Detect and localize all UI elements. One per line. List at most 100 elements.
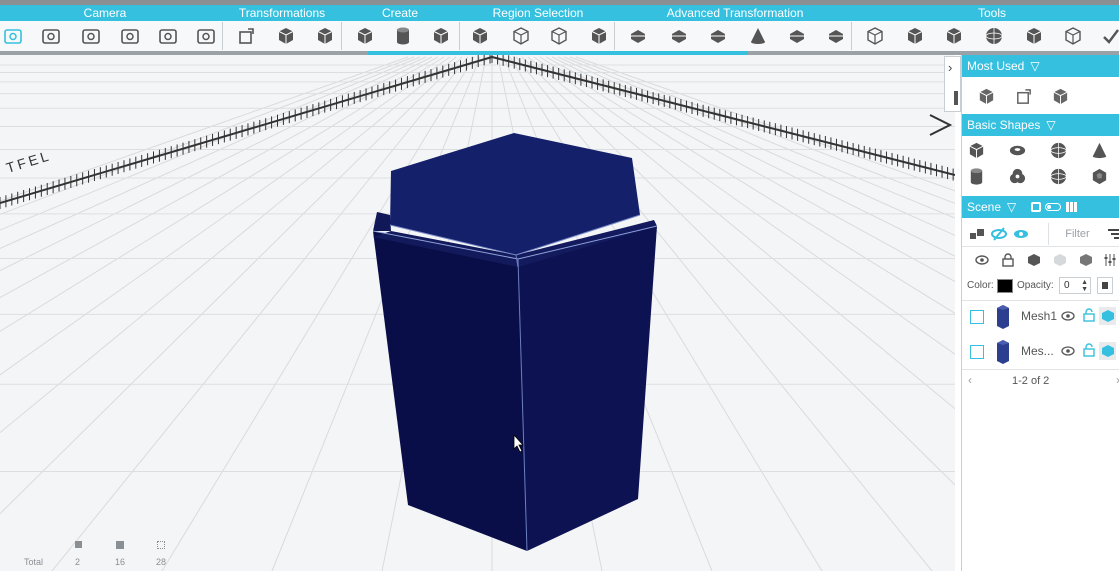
item-checkbox[interactable] <box>970 310 984 324</box>
stat-faces: 16 <box>115 557 126 567</box>
mesh-edit-icon[interactable] <box>1049 85 1071 107</box>
scene-toggle-square-icon[interactable] <box>1031 202 1041 212</box>
create-cylinder-icon[interactable] <box>390 24 416 48</box>
camera-snapshot-icon[interactable] <box>155 24 181 48</box>
cube-tool-icon[interactable] <box>941 24 967 48</box>
stat-total-label: Total <box>24 557 44 567</box>
material-cube-button[interactable] <box>1099 342 1116 360</box>
solid-cube-icon[interactable] <box>1025 251 1043 269</box>
opacity-input[interactable]: 0 ▲ ▼ <box>1059 277 1091 294</box>
panel-toggle[interactable]: › <box>944 56 961 112</box>
top-toolbar: Camera Transformations Create Region Sel… <box>0 0 1119 55</box>
color-swatch[interactable] <box>997 279 1013 293</box>
dodecahedron-icon[interactable] <box>1088 165 1110 187</box>
collapse-triangle-icon[interactable]: ▽ <box>1030 55 1039 77</box>
transform-icon[interactable] <box>1012 85 1034 107</box>
extrude-icon[interactable] <box>625 24 651 48</box>
category-transformations[interactable]: Transformations <box>222 5 342 21</box>
visibility-eye-icon[interactable] <box>1061 309 1075 323</box>
check-tool-icon[interactable] <box>1098 24 1119 48</box>
select-view-icon[interactable] <box>38 24 64 48</box>
scene-title: Scene <box>967 200 1002 214</box>
opacity-apply-button[interactable] <box>1097 277 1113 294</box>
region-split-icon[interactable] <box>586 24 612 48</box>
eye-icon[interactable] <box>973 251 991 269</box>
mesh-face-left <box>373 231 527 551</box>
region-select-icon[interactable] <box>467 24 493 48</box>
scene-header[interactable]: Scene ▽ <box>962 196 1119 218</box>
unlock-icon[interactable] <box>1083 343 1095 357</box>
mesh-face-right <box>518 226 657 551</box>
list-item[interactable]: Mesh1 <box>962 300 1119 334</box>
subdivide-icon[interactable] <box>666 24 692 48</box>
chevron-right-icon[interactable]: › <box>948 60 952 75</box>
menu-icon[interactable] <box>1106 225 1119 243</box>
move-cube-icon[interactable] <box>273 24 299 48</box>
divider <box>962 246 1119 247</box>
unlock-icon[interactable] <box>1083 308 1095 322</box>
material-cube-button[interactable] <box>1099 307 1116 325</box>
taper-icon[interactable] <box>745 24 771 48</box>
wireframe-box-icon[interactable] <box>862 24 888 48</box>
hide-eye-icon[interactable] <box>990 225 1008 243</box>
collapse-triangle-icon[interactable]: ▽ <box>1007 196 1016 218</box>
knot-icon[interactable] <box>1006 165 1028 187</box>
sliders-icon[interactable] <box>1101 251 1119 269</box>
spinner-arrows-icon[interactable]: ▲ ▼ <box>1081 279 1088 293</box>
category-tools[interactable]: Tools <box>952 5 1032 21</box>
cone-icon[interactable] <box>1088 139 1110 161</box>
create-box-icon[interactable] <box>352 24 378 48</box>
shaded-cube-icon[interactable] <box>1077 251 1095 269</box>
home-view-icon[interactable] <box>0 24 26 48</box>
list-item[interactable]: Mes... <box>962 335 1119 369</box>
cube-outline-icon[interactable] <box>1060 24 1086 48</box>
toolbar-separator <box>341 22 342 50</box>
mesh-tool-icon[interactable] <box>1021 24 1047 48</box>
bend-icon[interactable] <box>705 24 731 48</box>
cube-icon[interactable] <box>975 85 997 107</box>
visible-eye-icon[interactable] <box>1012 225 1030 243</box>
transform-icon[interactable] <box>233 24 259 48</box>
toolbar-separator <box>459 22 460 50</box>
region-box-icon[interactable] <box>508 24 534 48</box>
pager-prev-icon[interactable]: ‹ <box>968 373 972 387</box>
basic-shapes-header[interactable]: Basic Shapes ▽ <box>962 114 1119 136</box>
rotate-view-icon[interactable] <box>117 24 143 48</box>
category-region-selection[interactable]: Region Selection <box>478 5 598 21</box>
cube-icon[interactable] <box>965 139 987 161</box>
cylinder-icon[interactable] <box>965 165 987 187</box>
lock-icon[interactable] <box>999 251 1017 269</box>
category-camera[interactable]: Camera <box>45 5 165 21</box>
twist-icon[interactable] <box>784 24 810 48</box>
scene-filter-input[interactable]: Filter <box>1048 223 1106 245</box>
mesh-object[interactable] <box>0 55 955 571</box>
opacity-value: 0 <box>1064 280 1070 291</box>
opacity-label: Opacity: <box>1017 280 1054 291</box>
region-plane-icon[interactable] <box>546 24 572 48</box>
torus-icon[interactable] <box>1006 139 1028 161</box>
item-checkbox[interactable] <box>970 345 984 359</box>
focus-view-icon[interactable] <box>78 24 104 48</box>
sphere-icon[interactable] <box>1047 139 1069 161</box>
grid-view-icon[interactable] <box>1066 202 1077 212</box>
3d-viewport[interactable]: TFEL Total 2 16 28 <box>0 55 955 571</box>
scale-cube-icon[interactable] <box>312 24 338 48</box>
create-shape-icon[interactable] <box>428 24 454 48</box>
visibility-eye-icon[interactable] <box>1061 344 1075 358</box>
sphere-tool-icon[interactable] <box>981 24 1007 48</box>
solid-box-icon[interactable] <box>902 24 928 48</box>
camera-lock-icon[interactable] <box>193 24 219 48</box>
collapse-triangle-icon[interactable]: ▽ <box>1046 114 1055 136</box>
mesh-name[interactable]: Mesh1 <box>1021 309 1057 323</box>
category-advanced-transformation[interactable]: Advanced Transformation <box>640 5 830 21</box>
geosphere-icon[interactable] <box>1047 165 1069 187</box>
category-create[interactable]: Create <box>360 5 440 21</box>
toolbar-separator <box>222 22 223 50</box>
wire-cube-icon[interactable] <box>1051 251 1069 269</box>
objects-tab-icon[interactable] <box>968 225 986 243</box>
mesh-thumbnail-icon <box>997 305 1009 329</box>
most-used-header[interactable]: Most Used ▽ <box>962 55 1119 77</box>
mesh-name[interactable]: Mes... <box>1021 344 1054 358</box>
slice-icon[interactable] <box>823 24 849 48</box>
scene-view-switch[interactable] <box>1045 203 1061 211</box>
